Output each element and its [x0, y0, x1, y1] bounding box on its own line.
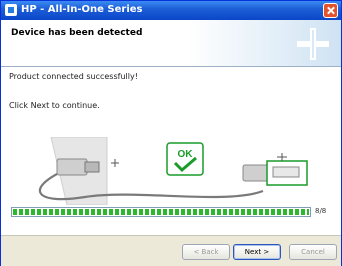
installer-window: HP - All-In-One Series Device has been d…	[0, 0, 342, 266]
progress-count: 8/8	[315, 207, 327, 215]
detection-progress-bar	[11, 207, 311, 217]
cancel-button[interactable]: Cancel	[289, 244, 337, 260]
wizard-footer: < Back Next > Cancel	[1, 235, 341, 266]
back-button[interactable]: < Back	[182, 244, 230, 260]
page-title: Device has been detected	[11, 28, 143, 38]
title-bar[interactable]: HP - All-In-One Series	[1, 1, 341, 20]
app-icon	[5, 4, 17, 16]
window-title: HP - All-In-One Series	[21, 4, 143, 15]
wizard-header: Device has been detected	[1, 20, 341, 67]
instruction-text: Click Next to continue.	[9, 101, 100, 110]
usb-connection-illustration: OK	[15, 137, 327, 205]
hp-plus-logo	[297, 28, 329, 60]
status-message: Product connected successfully!	[9, 72, 138, 81]
ok-check-icon: OK	[166, 142, 204, 176]
next-button[interactable]: Next >	[233, 244, 281, 260]
ok-label: OK	[178, 149, 194, 160]
close-button[interactable]	[323, 3, 338, 18]
wizard-content: Product connected successfully! Click Ne…	[1, 67, 341, 235]
progress-fill	[13, 209, 309, 215]
